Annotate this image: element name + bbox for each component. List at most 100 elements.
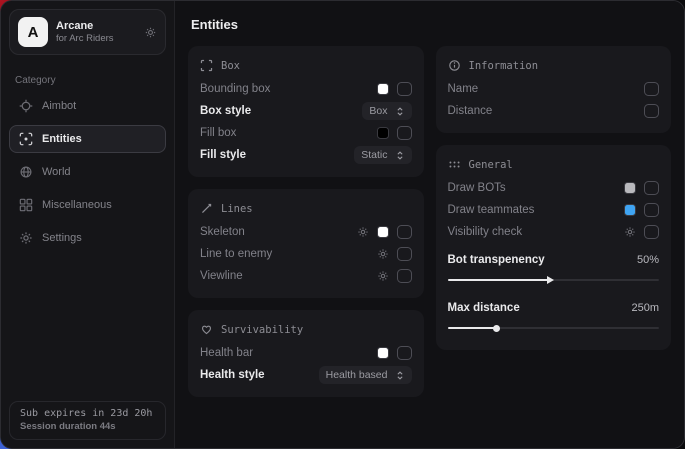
- chevrons-up-down-icon: [395, 106, 405, 117]
- sidebar-item-world[interactable]: World: [9, 158, 166, 186]
- setting-label: Max distance: [448, 302, 520, 314]
- sidebar-item-label: Settings: [42, 232, 82, 244]
- bot-transparency-slider[interactable]: [448, 275, 660, 284]
- setting-label: Draw BOTs: [448, 182, 506, 194]
- subscription-card: Sub expires in 23d 20h Session duration …: [9, 401, 166, 440]
- fill-style-dropdown[interactable]: Static: [354, 146, 411, 164]
- setting-label: Line to enemy: [200, 248, 272, 260]
- sidebar-item-entities[interactable]: Entities: [9, 125, 166, 153]
- setting-label: Visibility check: [448, 226, 523, 238]
- information-card: Information Name Distance: [436, 46, 672, 133]
- account-settings-icon[interactable]: [144, 26, 157, 39]
- color-swatch[interactable]: [377, 347, 389, 359]
- color-swatch[interactable]: [377, 83, 389, 95]
- checkbox[interactable]: [644, 104, 659, 118]
- checkbox[interactable]: [644, 225, 659, 239]
- max-distance-slider[interactable]: [448, 323, 660, 332]
- setting-label: Bot transpenency: [448, 254, 545, 266]
- checkbox[interactable]: [397, 82, 412, 96]
- session-duration-text: Session duration 44s: [20, 421, 155, 432]
- globe-icon: [19, 165, 33, 179]
- setting-row-draw-bots: Draw BOTs: [448, 177, 660, 199]
- left-column: Box Bounding box Box style: [188, 46, 424, 397]
- checkbox[interactable]: [397, 269, 412, 283]
- section-title: Information: [469, 60, 539, 72]
- sidebar-item-settings[interactable]: Settings: [9, 224, 166, 252]
- row-settings-gear-icon[interactable]: [624, 226, 636, 238]
- right-column: Information Name Distance: [436, 46, 672, 350]
- section-title: Lines: [221, 203, 253, 215]
- dots-grid-icon: [448, 158, 461, 171]
- checkbox[interactable]: [397, 225, 412, 239]
- checkbox[interactable]: [644, 82, 659, 96]
- color-swatch[interactable]: [624, 182, 636, 194]
- sidebar-item-label: Entities: [42, 133, 82, 145]
- slider-thumb[interactable]: [493, 325, 500, 332]
- box-card: Box Bounding box Box style: [188, 46, 424, 177]
- app-subtitle: for Arc Riders: [56, 33, 114, 44]
- lines-card: Lines Skeleton: [188, 189, 424, 298]
- setting-row-box-style: Box style Box: [200, 100, 412, 122]
- line-icon: [200, 202, 213, 215]
- dropdown-value: Box: [369, 105, 387, 117]
- sidebar-item-miscellaneous[interactable]: Miscellaneous: [9, 191, 166, 219]
- crosshair-icon: [19, 99, 33, 113]
- setting-label: Health bar: [200, 347, 253, 359]
- setting-label: Fill box: [200, 127, 236, 139]
- setting-label: Box style: [200, 105, 251, 117]
- page-title: Entities: [191, 17, 671, 32]
- slider-value: 250m: [631, 302, 659, 314]
- main-panel: Entities Box: [175, 1, 684, 448]
- box-brackets-icon: [200, 59, 213, 72]
- color-swatch[interactable]: [377, 226, 389, 238]
- setting-row-fill-style: Fill style Static: [200, 144, 412, 166]
- sidebar-item-label: Aimbot: [42, 100, 76, 112]
- setting-row-max-distance: Max distance 250m: [448, 297, 660, 319]
- category-label: Category: [15, 75, 160, 86]
- sidebar: A Arcane for Arc Riders Category: [1, 1, 175, 448]
- setting-row-distance: Distance: [448, 100, 660, 122]
- setting-label: Skeleton: [200, 226, 245, 238]
- setting-row-visibility-check: Visibility check: [448, 221, 660, 243]
- setting-row-bounding-box: Bounding box: [200, 78, 412, 100]
- dropdown-value: Static: [361, 149, 387, 161]
- slider-thumb[interactable]: [547, 276, 554, 284]
- setting-row-name: Name: [448, 78, 660, 100]
- app-title: Arcane: [56, 20, 114, 32]
- gear-icon: [19, 231, 33, 245]
- sidebar-item-label: World: [42, 166, 71, 178]
- slider-value: 50%: [637, 254, 659, 266]
- checkbox[interactable]: [397, 247, 412, 261]
- section-title: General: [469, 159, 513, 171]
- color-swatch[interactable]: [624, 204, 636, 216]
- checkbox[interactable]: [644, 203, 659, 217]
- setting-label: Name: [448, 83, 479, 95]
- row-settings-gear-icon[interactable]: [357, 226, 369, 238]
- checkbox[interactable]: [397, 126, 412, 140]
- sidebar-item-aimbot[interactable]: Aimbot: [9, 92, 166, 120]
- desktop-background: A Arcane for Arc Riders Category: [0, 0, 685, 449]
- setting-label: Bounding box: [200, 83, 270, 95]
- survivability-card: Survivability Health bar Health style: [188, 310, 424, 397]
- color-swatch[interactable]: [377, 127, 389, 139]
- setting-label: Health style: [200, 369, 265, 381]
- entities-scan-icon: [19, 132, 33, 146]
- checkbox[interactable]: [644, 181, 659, 195]
- info-icon: [448, 59, 461, 72]
- setting-row-health-style: Health style Health based: [200, 364, 412, 386]
- setting-label: Distance: [448, 105, 493, 117]
- row-settings-gear-icon[interactable]: [377, 248, 389, 260]
- sidebar-item-label: Miscellaneous: [42, 199, 112, 211]
- setting-label: Draw teammates: [448, 204, 535, 216]
- setting-label: Viewline: [200, 270, 243, 282]
- account-card[interactable]: A Arcane for Arc Riders: [9, 9, 166, 55]
- app-window: A Arcane for Arc Riders Category: [0, 0, 685, 449]
- setting-row-health-bar: Health bar: [200, 342, 412, 364]
- sub-expiry-text: Sub expires in 23d 20h: [20, 408, 155, 419]
- chevrons-up-down-icon: [395, 150, 405, 161]
- box-style-dropdown[interactable]: Box: [362, 102, 411, 120]
- chevrons-up-down-icon: [395, 370, 405, 381]
- checkbox[interactable]: [397, 346, 412, 360]
- health-style-dropdown[interactable]: Health based: [319, 366, 412, 384]
- row-settings-gear-icon[interactable]: [377, 270, 389, 282]
